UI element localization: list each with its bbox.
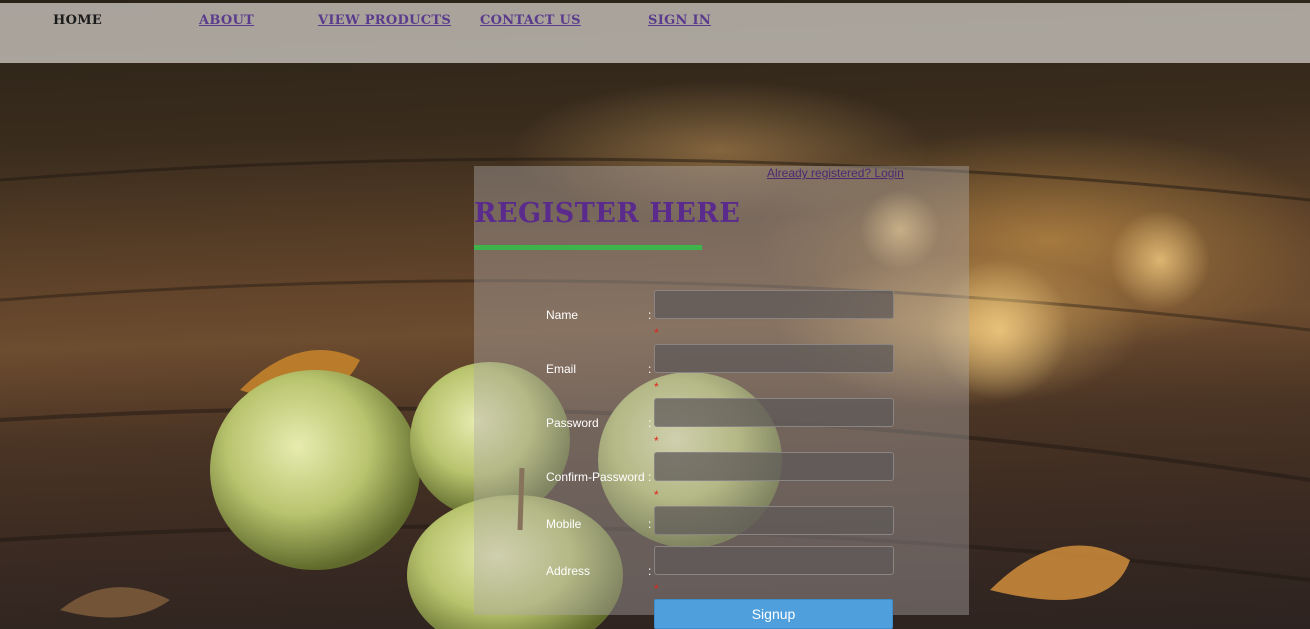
confirm-password-colon: : — [648, 470, 652, 484]
signup-button[interactable]: Signup — [654, 599, 893, 629]
address-label: Address — [546, 564, 591, 578]
mobile-label: Mobile — [546, 517, 582, 531]
email-colon: : — [648, 362, 652, 376]
confirm-password-required-mark: * — [654, 488, 659, 502]
email-required-mark: * — [654, 380, 659, 394]
password-label: Password — [546, 416, 599, 430]
name-label: Name — [546, 308, 579, 322]
email-input[interactable] — [654, 344, 894, 373]
nav-sign-in-link[interactable]: SIGN IN — [648, 13, 711, 28]
mobile-input[interactable] — [654, 506, 894, 535]
nav-view-products-link[interactable]: VIEW PRODUCTS — [318, 13, 451, 28]
confirm-password-input[interactable] — [654, 452, 894, 481]
name-colon: : — [648, 308, 652, 322]
password-input[interactable] — [654, 398, 894, 427]
title-underline — [474, 245, 702, 250]
password-colon: : — [648, 416, 652, 430]
address-required-mark: * — [654, 582, 659, 596]
mobile-colon: : — [648, 517, 652, 531]
already-registered-login-link[interactable]: Already registered? Login — [767, 166, 904, 180]
address-colon: : — [648, 564, 652, 578]
confirm-password-label: Confirm-Password — [546, 470, 645, 484]
address-input[interactable] — [654, 546, 894, 575]
top-nav-bar: HOME ABOUT VIEW PRODUCTS CONTACT US SIGN… — [0, 3, 1310, 63]
name-required-mark: * — [654, 326, 659, 340]
nav-home-link[interactable]: HOME — [53, 13, 102, 28]
name-input[interactable] — [654, 290, 894, 319]
register-title: REGISTER HERE — [474, 198, 741, 229]
email-label: Email — [546, 362, 577, 376]
register-panel: Already registered? Login REGISTER HERE … — [474, 166, 969, 615]
password-required-mark: * — [654, 434, 659, 448]
page: HOME ABOUT VIEW PRODUCTS CONTACT US SIGN… — [0, 0, 1310, 629]
nav-about-link[interactable]: ABOUT — [199, 13, 254, 28]
nav-contact-us-link[interactable]: CONTACT US — [480, 13, 581, 28]
